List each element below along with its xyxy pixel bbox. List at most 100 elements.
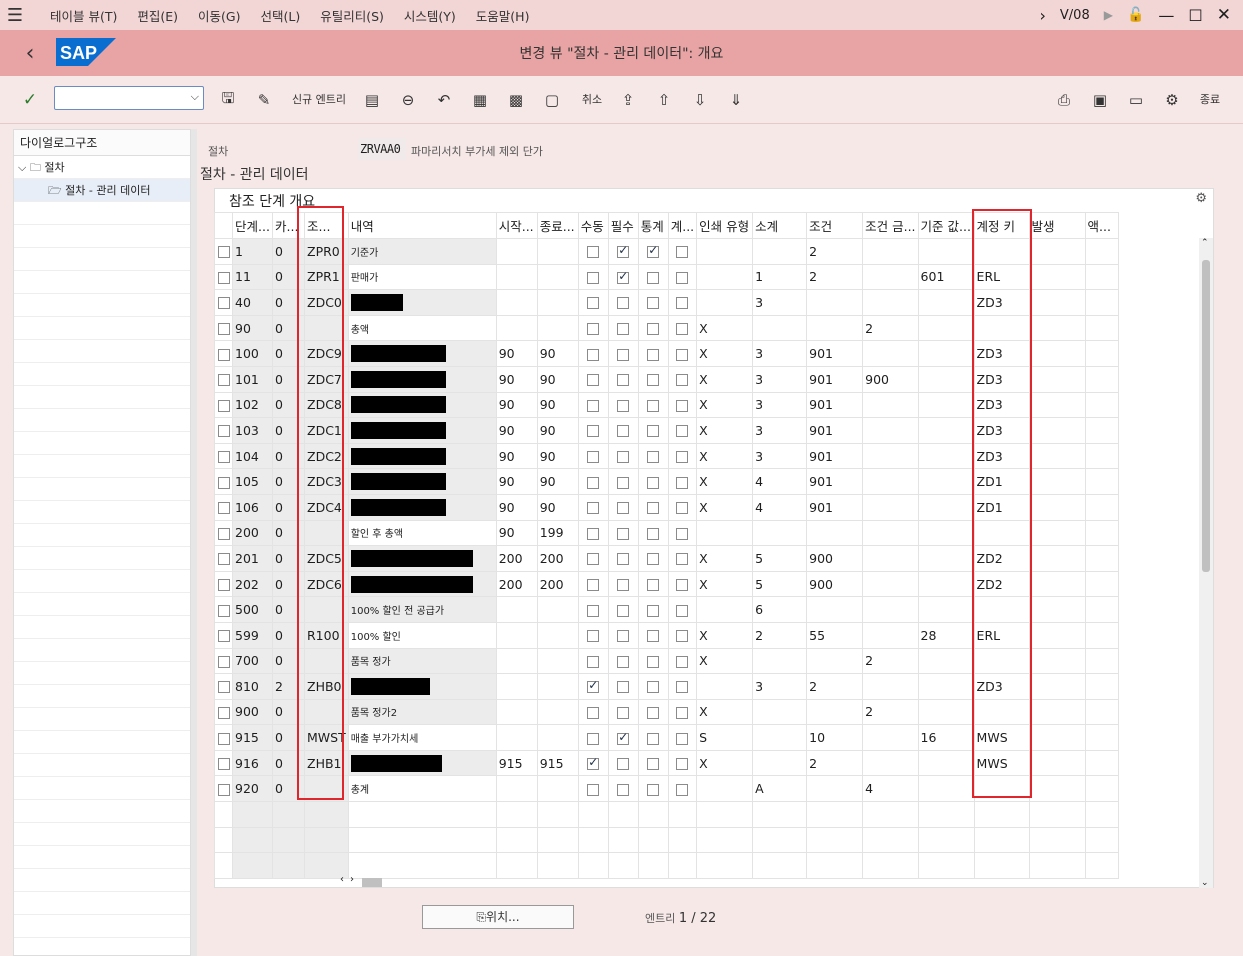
- cell-accrual[interactable]: [1028, 238, 1086, 265]
- cell-accrual[interactable]: [1028, 724, 1086, 751]
- row-selector[interactable]: [214, 647, 233, 675]
- column-header[interactable]: 내역: [347, 212, 497, 239]
- cell-altbv[interactable]: [917, 493, 975, 521]
- cell-actkey[interactable]: ZD3: [973, 391, 1030, 419]
- column-header[interactable]: 조건 금...: [862, 212, 919, 239]
- cell-reqmt[interactable]: [806, 314, 864, 342]
- cell-from[interactable]: 90: [495, 493, 538, 521]
- manual-checkbox[interactable]: [587, 604, 600, 617]
- column-header[interactable]: 통계: [637, 212, 669, 239]
- display-change-icon[interactable]: ✎: [254, 90, 274, 110]
- cell-reqmt[interactable]: [806, 775, 864, 803]
- undo-icon[interactable]: ↶: [434, 90, 454, 110]
- statistical-checkbox[interactable]: [647, 579, 660, 592]
- row-selector[interactable]: [214, 340, 233, 367]
- column-header[interactable]: 계...: [667, 212, 698, 239]
- cell-subtot[interactable]: 5: [752, 570, 808, 598]
- cell-print[interactable]: [696, 673, 754, 700]
- required-checkbox[interactable]: [617, 348, 630, 361]
- download-icon[interactable]: ⇩: [690, 90, 710, 110]
- cell-from[interactable]: 90: [495, 365, 538, 393]
- row-select-checkbox[interactable]: [217, 297, 230, 310]
- manual-checkbox[interactable]: [587, 655, 600, 668]
- cell-altcty[interactable]: 900: [862, 365, 919, 393]
- manual-checkbox[interactable]: [587, 755, 600, 771]
- cell-print[interactable]: X: [696, 647, 754, 675]
- row-select-checkbox[interactable]: [217, 425, 230, 438]
- cell-from[interactable]: [495, 673, 538, 700]
- cell-altbv[interactable]: [917, 775, 975, 803]
- required-checkbox[interactable]: [617, 681, 630, 694]
- cell-reqmt[interactable]: 901: [806, 417, 864, 444]
- row-selector[interactable]: [214, 519, 233, 547]
- cell-altbv[interactable]: 601: [917, 263, 975, 291]
- cell-subtot[interactable]: 3: [752, 289, 808, 316]
- cell-to[interactable]: 915: [536, 749, 579, 777]
- panel-splitter[interactable]: [191, 129, 197, 956]
- column-header[interactable]: 단계...: [232, 212, 273, 239]
- cell-to[interactable]: [536, 698, 579, 726]
- statistical-checkbox[interactable]: [647, 297, 660, 310]
- cell-accrual[interactable]: [1028, 673, 1086, 700]
- close-icon[interactable]: ✕: [1217, 5, 1231, 25]
- account-checkbox[interactable]: [676, 579, 689, 592]
- cell-extra[interactable]: [1084, 647, 1119, 675]
- cell-accrual[interactable]: [1028, 468, 1086, 495]
- row-select-checkbox[interactable]: [217, 732, 230, 745]
- statistical-checkbox[interactable]: [647, 243, 660, 259]
- cell-subtot[interactable]: 4: [752, 493, 808, 521]
- cell-accrual[interactable]: [1028, 263, 1086, 291]
- cell-extra[interactable]: [1084, 570, 1119, 598]
- manual-checkbox[interactable]: [587, 425, 600, 438]
- manual-checkbox[interactable]: [587, 374, 600, 387]
- cell-altbv[interactable]: 16: [917, 724, 975, 751]
- cell-to[interactable]: 200: [536, 545, 579, 572]
- table-row[interactable]: 90 0 총액 X 2: [214, 314, 1119, 342]
- cell-print[interactable]: X: [696, 493, 754, 521]
- cell-altcty[interactable]: [862, 493, 919, 521]
- cell-altbv[interactable]: [917, 673, 975, 700]
- required-checkbox[interactable]: [617, 374, 630, 387]
- required-checkbox[interactable]: [617, 527, 630, 540]
- cell-accrual[interactable]: [1028, 340, 1086, 367]
- cell-altcty[interactable]: [862, 724, 919, 751]
- statistical-checkbox[interactable]: [647, 425, 660, 438]
- cell-subtot[interactable]: 3: [752, 417, 808, 444]
- cell-to[interactable]: 90: [536, 365, 579, 393]
- row-selector[interactable]: [214, 442, 233, 470]
- cell-altbv[interactable]: [917, 340, 975, 367]
- row-selector[interactable]: [214, 621, 233, 649]
- copy-as-icon[interactable]: ▤: [362, 90, 382, 110]
- table-row[interactable]: 105 0 ZDC3 90 90 X 4 901 ZD1: [214, 468, 1119, 495]
- required-checkbox[interactable]: [617, 553, 630, 566]
- cell-to[interactable]: 90: [536, 493, 579, 521]
- cell-from[interactable]: [495, 621, 538, 649]
- cell-reqmt[interactable]: 900: [806, 545, 864, 572]
- account-checkbox[interactable]: [676, 348, 689, 361]
- cell-reqmt[interactable]: [806, 647, 864, 675]
- required-checkbox[interactable]: [617, 758, 630, 771]
- row-select-checkbox[interactable]: [217, 706, 230, 719]
- cell-actkey[interactable]: ZD3: [973, 673, 1030, 700]
- cell-altcty[interactable]: [862, 545, 919, 572]
- cell-print[interactable]: [696, 519, 754, 547]
- cell-actkey[interactable]: [973, 238, 1030, 265]
- cell-altcty[interactable]: [862, 340, 919, 367]
- cell-reqmt[interactable]: 901: [806, 468, 864, 495]
- row-select-checkbox[interactable]: [217, 476, 230, 489]
- cell-altbv[interactable]: [917, 647, 975, 675]
- statistical-checkbox[interactable]: [647, 553, 660, 566]
- statistical-checkbox[interactable]: [647, 502, 660, 515]
- cell-actkey[interactable]: ZD1: [973, 493, 1030, 521]
- cell-from[interactable]: [495, 647, 538, 675]
- exit-button[interactable]: 종료: [1196, 88, 1224, 112]
- cell-print[interactable]: X: [696, 468, 754, 495]
- statistical-checkbox[interactable]: [647, 655, 660, 668]
- cell-altcty[interactable]: [862, 673, 919, 700]
- cell-accrual[interactable]: [1028, 596, 1086, 623]
- table-row[interactable]: 100 0 ZDC9 90 90 X 3 901 ZD3: [214, 340, 1119, 367]
- command-field[interactable]: ⌵: [54, 86, 204, 110]
- cell-accrual[interactable]: [1028, 417, 1086, 444]
- select-all-icon[interactable]: ▦: [470, 90, 490, 110]
- row-selector[interactable]: [214, 493, 233, 521]
